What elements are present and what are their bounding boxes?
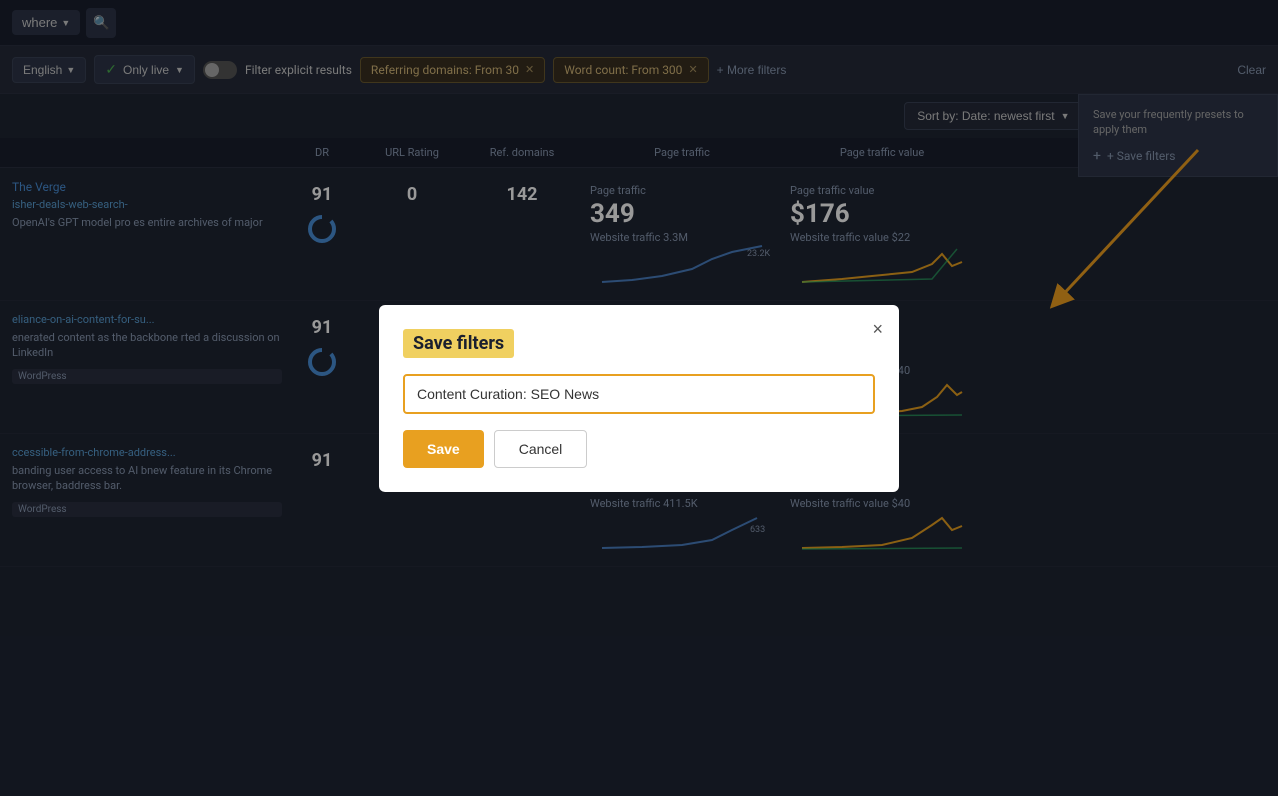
modal-title: Save filters	[403, 329, 514, 358]
filter-name-input[interactable]	[403, 374, 875, 414]
modal-cancel-button[interactable]: Cancel	[494, 430, 588, 468]
modal-overlay: × Save filters Save Cancel	[0, 0, 1278, 796]
save-filters-modal: × Save filters Save Cancel	[379, 305, 899, 492]
modal-close-button[interactable]: ×	[872, 319, 883, 340]
modal-actions: Save Cancel	[403, 430, 875, 468]
modal-save-button[interactable]: Save	[403, 430, 484, 468]
